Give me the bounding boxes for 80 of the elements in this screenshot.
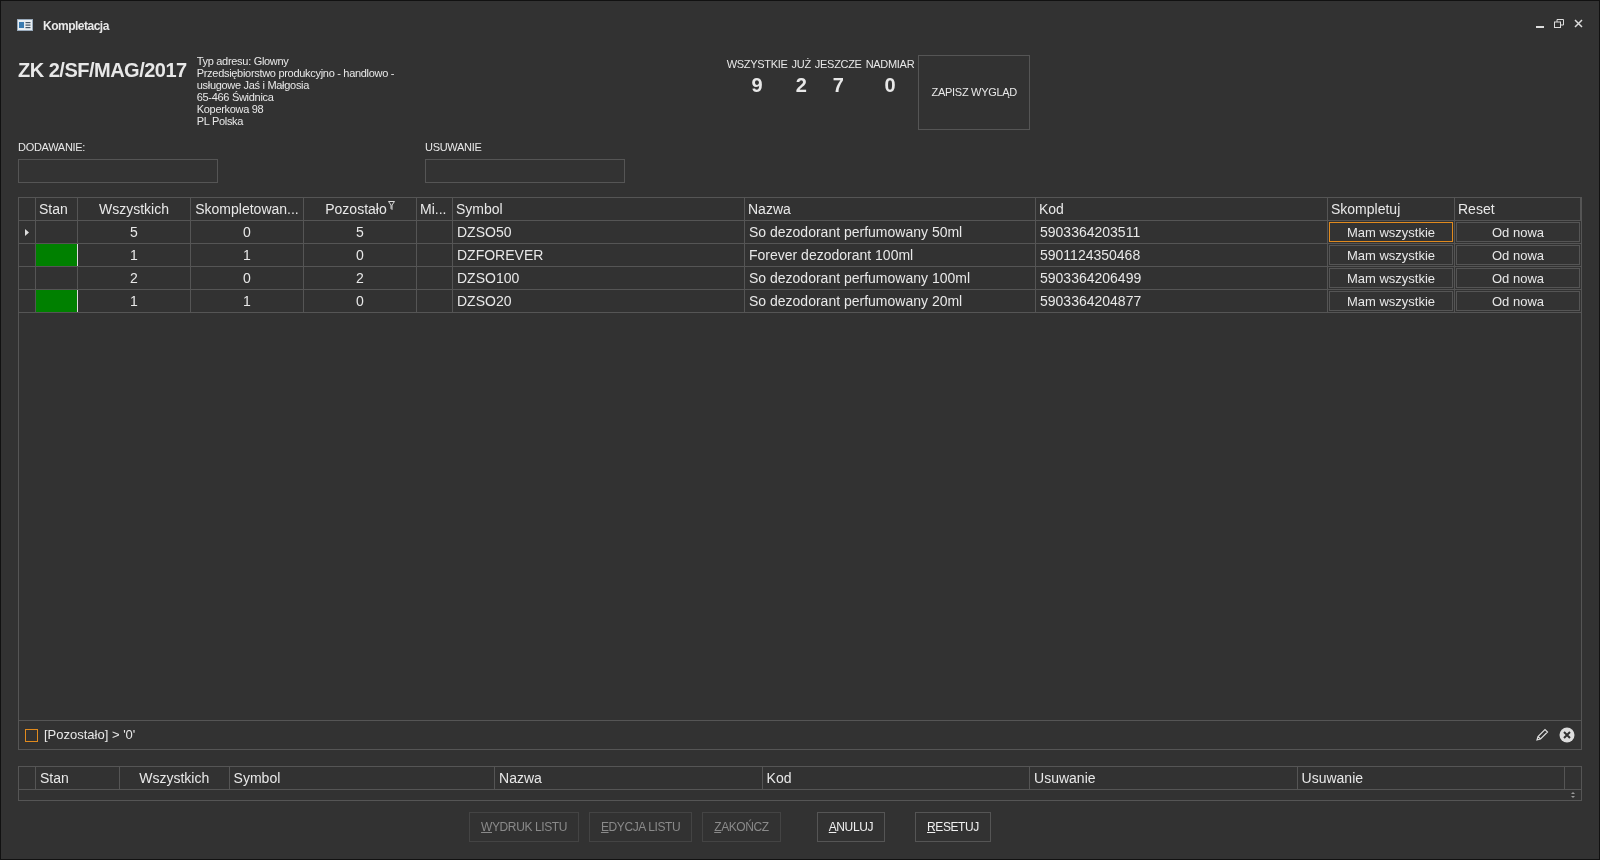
table-cell-text: 5903364204877 <box>1040 291 1142 311</box>
table-cell-text: 5 <box>356 222 364 242</box>
address-line: Typ adresu: Glowny <box>196 55 290 67</box>
table-cell-text: 0 <box>356 291 364 311</box>
counter-value: 9 <box>751 72 763 97</box>
column-header[interactable]: Reset <box>1455 198 1581 220</box>
counter-value: 2 <box>795 72 807 97</box>
column-header[interactable]: Nazwa <box>499 767 542 789</box>
reset-button[interactable]: Od nowa <box>1456 245 1580 265</box>
table-cell-text: 5 <box>130 222 138 242</box>
filter-checkbox[interactable] <box>25 728 38 742</box>
complete-button[interactable]: Mam wszystkie <box>1329 245 1453 265</box>
table-cell-text: 1 <box>243 291 251 311</box>
close-icon[interactable] <box>1574 19 1583 28</box>
field-label: DODAWANIE: <box>18 140 87 155</box>
action-button[interactable]: RESETUJ <box>915 812 991 842</box>
column-header[interactable]: Pozostało <box>304 198 417 220</box>
column-header[interactable]: Wszystkich <box>139 767 210 789</box>
input-field[interactable] <box>425 158 625 183</box>
complete-button[interactable]: Mam wszystkie <box>1329 291 1453 311</box>
table-cell-text: DZSO20 <box>457 291 512 311</box>
table-cell-text: 0 <box>356 245 364 265</box>
address-line: Przedsiębiorstwo produkcyjno - handlowo - <box>196 67 396 79</box>
reset-button[interactable]: Od nowa <box>1456 291 1580 311</box>
table-cell-text: 0 <box>243 268 251 288</box>
column-header[interactable]: Symbol <box>233 767 281 789</box>
window-title: Kompletacja <box>43 18 109 35</box>
column-header[interactable]: Nazwa <box>745 198 1036 220</box>
order-number: ZK 2/SF/MAG/2017 <box>18 58 187 83</box>
table-cell-text: 2 <box>130 268 138 288</box>
restore-icon[interactable] <box>1554 19 1564 28</box>
counter-label: NADMIAR <box>865 57 915 72</box>
table-cell-text: 1 <box>130 245 138 265</box>
table-cell-text: 5903364206499 <box>1040 268 1142 288</box>
address-line: 65-466 Świdnica <box>196 91 275 103</box>
table-cell-text: So dezodorant perfumowany 20ml <box>749 291 963 311</box>
clear-filter-icon[interactable] <box>1559 727 1575 743</box>
action-button[interactable]: ANULUJ <box>816 812 886 842</box>
counter-label: JESZCZE <box>814 57 862 72</box>
complete-button[interactable]: Mam wszystkie <box>1329 268 1453 288</box>
column-header[interactable]: Kod <box>1036 198 1328 220</box>
filter-icon[interactable] <box>387 200 395 210</box>
column-header[interactable]: Mi... <box>417 198 453 220</box>
column-header[interactable]: Skompletuj <box>1328 198 1455 220</box>
column-header[interactable]: Usuwanie <box>1034 767 1096 789</box>
table-cell-text: 1 <box>243 245 251 265</box>
counter-label: WSZYSTKIE <box>726 57 788 72</box>
address-line: PL Polska <box>196 115 245 127</box>
edit-icon[interactable] <box>1535 728 1549 742</box>
table-cell-text: DZFOREVER <box>457 245 544 265</box>
table-cell-text: 1 <box>130 291 138 311</box>
table-cell-text: 5903364203511 <box>1040 222 1141 242</box>
filter-expression: [Pozostało] > '0' <box>44 726 136 745</box>
field-label: USUWANIE <box>425 140 483 155</box>
address-line: Koperkowa 98 <box>196 103 265 115</box>
address-line: usługowe Jaś i Małgosia <box>196 79 311 91</box>
column-header[interactable]: Stan <box>36 198 78 220</box>
column-header[interactable]: Stan <box>39 767 69 789</box>
column-header[interactable]: Symbol <box>453 198 745 220</box>
save-layout-button[interactable]: ZAPISZ WYGLĄD <box>918 55 1031 130</box>
counter-value: 0 <box>884 72 896 97</box>
table-cell-text: 2 <box>356 268 364 288</box>
input-field[interactable] <box>18 158 218 183</box>
table-cell-text: So dezodorant perfumowany 50ml <box>749 222 963 242</box>
reset-button[interactable]: Od nowa <box>1456 268 1580 288</box>
column-header[interactable]: Wszystkich <box>78 198 191 220</box>
table-cell-text: 5901124350468 <box>1040 245 1141 265</box>
reset-button[interactable]: Od nowa <box>1456 222 1580 242</box>
table-cell-text: 0 <box>243 222 251 242</box>
column-header[interactable]: Usuwanie <box>1301 767 1364 789</box>
table-cell-text: DZSO50 <box>457 222 512 242</box>
table-cell-text: So dezodorant perfumowany 100ml <box>749 268 971 288</box>
complete-button[interactable]: Mam wszystkie <box>1329 222 1453 242</box>
table-cell-text: DZSO100 <box>457 268 520 288</box>
window-icon <box>17 19 33 31</box>
counter-label: JUŻ <box>791 57 811 72</box>
table-cell-text: Forever dezodorant 100ml <box>749 245 914 265</box>
column-header[interactable]: Skompletowan... <box>191 198 304 220</box>
column-header[interactable]: Kod <box>766 767 792 789</box>
counter-value: 7 <box>832 72 844 97</box>
